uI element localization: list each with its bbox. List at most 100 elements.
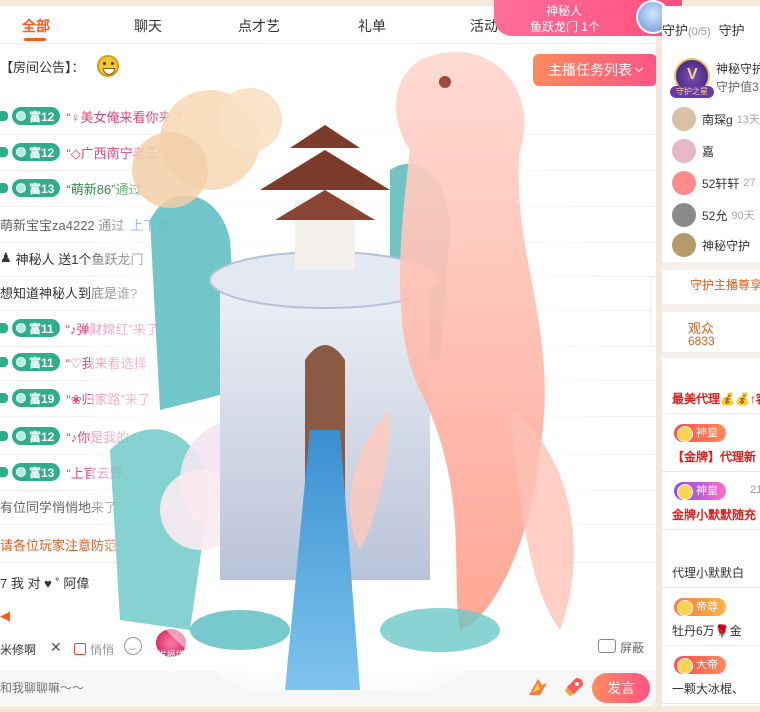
- avatar: [672, 107, 696, 131]
- chat-message: 萌新宝宝za4222 通过 上下滑: [0, 214, 656, 243]
- audience-row[interactable]: 帝尊 牡丹6万🌹金: [662, 590, 760, 646]
- avatar: [672, 233, 696, 257]
- chat-message: 富13 “萌新86”通过: [0, 178, 656, 207]
- mystery-user-icon: ♟: [0, 250, 12, 265]
- audience-row[interactable]: 最美代理💰💰↑客: [662, 358, 760, 414]
- guard-row[interactable]: 嘉: [672, 138, 718, 164]
- mystery-guard-title: 神秘守护: [716, 62, 760, 76]
- speaker-icon: ◀: [0, 608, 10, 623]
- message-text: “♀美女俺来看你来了”: [66, 109, 189, 125]
- chat-message: 有位同学悄悄地来了: [0, 496, 656, 525]
- tab-all[interactable]: 全部: [22, 16, 50, 36]
- tab-gift-list[interactable]: 礼单: [358, 16, 386, 36]
- message-text: 7 我 对 ♥ ˚ 阿偉: [0, 575, 90, 591]
- message-text: “♪你是我的: [66, 429, 130, 445]
- chat-message: 7 我 对 ♥ ˚ 阿偉: [0, 572, 656, 592]
- gem-icon: [16, 111, 26, 121]
- block-button[interactable]: 屏蔽: [620, 639, 644, 656]
- audience-row[interactable]: 大帝 一颗大冰棍、: [662, 648, 760, 704]
- wealth-level-badge[interactable]: 富12: [12, 427, 61, 445]
- gem-icon: [16, 431, 26, 441]
- close-icon[interactable]: ✕: [50, 639, 62, 656]
- tab-guard-2[interactable]: 守护: [719, 23, 745, 38]
- rank-badge: 神皇: [674, 482, 726, 500]
- audience-row[interactable]: 神皇 【金牌】代理新: [662, 416, 760, 472]
- wealth-level-badge[interactable]: 富19: [12, 389, 61, 407]
- reply-target-chip[interactable]: 米修啊: [0, 641, 36, 658]
- message-text: “♪弹财嫦红”来了: [65, 321, 159, 337]
- chat-panel: 全部 聊天 点才艺 礼单 活动 【房间公告】： 主播任务列表 富12 “♀美女俺…: [0, 6, 656, 706]
- guard-count: (0/5): [688, 26, 711, 38]
- audience-row[interactable]: 代理小默默白: [662, 532, 760, 588]
- chat-message: 富12 “♀美女俺来看你来了”: [0, 106, 656, 135]
- avatar: [672, 139, 696, 163]
- chat-message: 请各位玩家注意防范: [0, 534, 656, 563]
- emoji-icon[interactable]: [124, 637, 142, 655]
- rank-badge: 神皇: [674, 424, 726, 442]
- guard-row[interactable]: 南琛g 13天: [672, 106, 760, 132]
- grin-emoji-icon: [96, 55, 119, 77]
- message-suffix[interactable]: 上下滑: [130, 215, 169, 234]
- anonymous-label: 悄悄: [90, 643, 115, 657]
- message-text: 想知道神秘人到底是谁?: [0, 285, 138, 301]
- guard-row[interactable]: 52允 90天: [672, 202, 755, 228]
- message-text: “上官云野: [66, 465, 123, 481]
- chat-bullet: [0, 111, 8, 121]
- rank-badge: 帝尊: [674, 598, 726, 616]
- message-text: 有位同学悄悄地来了: [0, 499, 118, 515]
- gift-sender-name: 神秘人: [546, 4, 583, 18]
- tab-chat[interactable]: 聊天: [134, 16, 162, 36]
- message-text: 神秘人 送1个鱼跃龙门: [15, 251, 144, 267]
- anchor-task-list-button[interactable]: 主播任务列表: [533, 54, 656, 86]
- wealth-level-badge[interactable]: 富13: [12, 463, 61, 481]
- chat-message: 富11 “♪弹财嫦红”来了: [0, 318, 656, 347]
- gem-icon: [16, 467, 26, 477]
- chat-message: ◀: [0, 606, 656, 626]
- guard-privilege-link[interactable]: 守护主播尊享: [662, 276, 760, 293]
- announcement-label: 【房间公告】：: [0, 59, 85, 75]
- gem-icon: [16, 183, 26, 193]
- guard-header: 守护(0/5) 守护: [662, 20, 745, 39]
- rank-badge: 大帝: [674, 656, 726, 674]
- chat-input-row: 发言: [0, 671, 656, 705]
- rocket-icon[interactable]: [562, 675, 586, 699]
- message-text: “◇广西南宁老王”: [66, 145, 164, 161]
- send-button[interactable]: 发言: [592, 673, 650, 703]
- message-text: “❀归家路”来了: [66, 391, 151, 407]
- gem-icon: [16, 357, 26, 367]
- gem-icon: [16, 323, 26, 333]
- wealth-level-badge[interactable]: 富11: [12, 353, 60, 371]
- wealth-level-badge[interactable]: 富11: [12, 319, 60, 337]
- anonymous-checkbox[interactable]: [74, 643, 86, 655]
- lucky-bag-button[interactable]: 发福袋: [156, 629, 186, 660]
- guard-row[interactable]: 神秘守护: [672, 232, 750, 258]
- right-sidebar: 守护(0/5)守护 守护之星 神秘守护 守护值3 南琛g 13天 嘉 52轩轩 …: [662, 6, 760, 706]
- chat-message: ♟ 神秘人 送1个鱼跃龙门: [0, 248, 656, 277]
- collapse-handle[interactable]: [652, 276, 656, 346]
- avatar: [672, 203, 696, 227]
- chat-message: 富12 “◇广西南宁老王”: [0, 142, 656, 171]
- tab-guard[interactable]: 守护: [662, 23, 688, 38]
- audience-count: 6833: [688, 334, 715, 348]
- wealth-level-badge[interactable]: 富13: [12, 179, 61, 197]
- audience-row[interactable]: 神皇 21 金牌小默默随充: [662, 474, 760, 530]
- wealth-level-badge[interactable]: 富12: [12, 143, 61, 161]
- message-text: 萌新宝宝za4222 通过: [0, 217, 125, 233]
- gift-notification-badge[interactable]: 神秘人 鱼跃龙门 1个: [494, 0, 682, 36]
- chat-toolbar: 米修啊 ✕ 悄悄 发福袋 屏蔽: [0, 629, 656, 663]
- tab-talent[interactable]: 点才艺: [238, 16, 280, 36]
- fly-screen-icon[interactable]: [526, 675, 550, 699]
- mystery-guard-value: 守护值3: [716, 80, 759, 94]
- room-announcement: 【房间公告】：: [0, 54, 119, 78]
- guard-row[interactable]: 52轩轩 27: [672, 170, 756, 196]
- wealth-level-badge[interactable]: 富12: [12, 107, 61, 125]
- message-text: 请各位玩家注意防范: [0, 537, 118, 553]
- chat-message: 富11 “♡我来看选择: [0, 352, 656, 381]
- chat-message: 富19 “❀归家路”来了: [0, 388, 656, 417]
- block-icon[interactable]: [598, 639, 616, 653]
- chat-message: 富13 “上官云野: [0, 462, 656, 491]
- message-text: “♡我来看选择: [65, 355, 147, 371]
- chevron-down-icon: [634, 63, 644, 73]
- chat-input[interactable]: [0, 671, 520, 705]
- guard-star-tag: 守护之星: [670, 86, 714, 98]
